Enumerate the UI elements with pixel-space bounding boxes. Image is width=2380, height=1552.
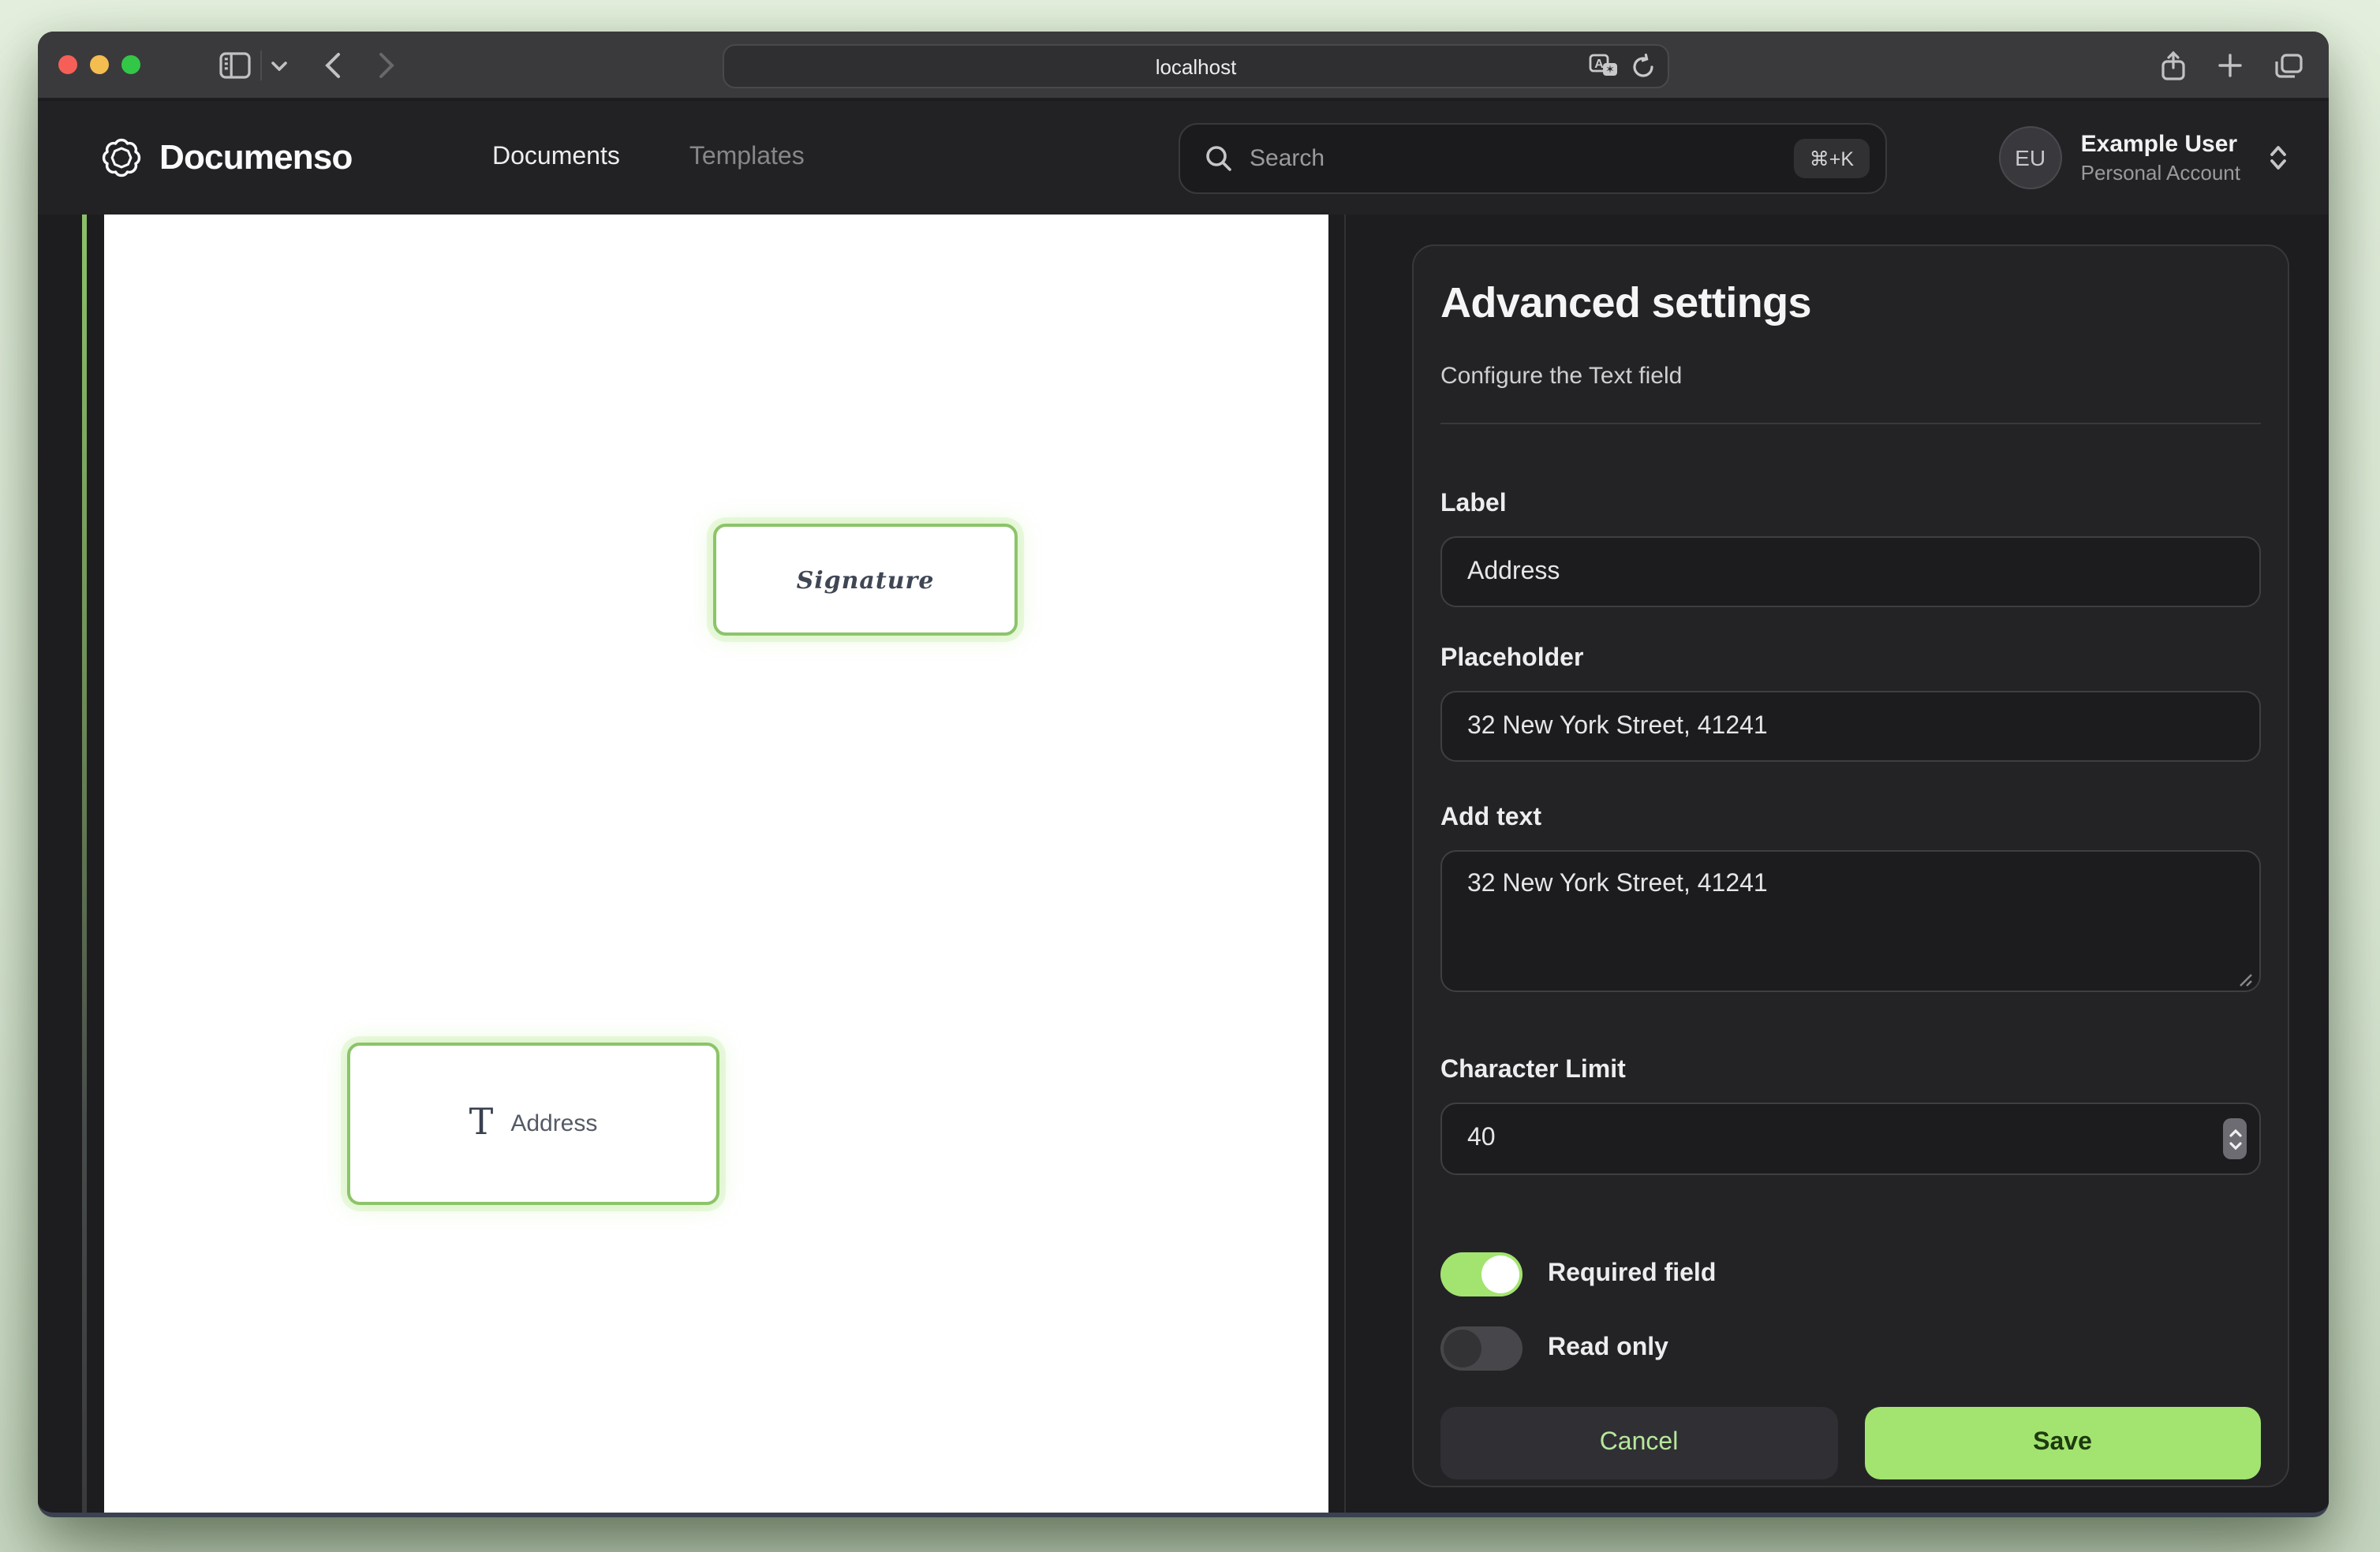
toggle-knob (1444, 1330, 1481, 1367)
svg-text:A: A (1594, 58, 1604, 71)
nav-documents[interactable]: Documents (492, 144, 620, 172)
address-field[interactable]: T Address (347, 1043, 719, 1205)
new-tab-icon[interactable] (2218, 54, 2242, 77)
share-icon[interactable] (2161, 50, 2185, 80)
placeholder-input[interactable] (1440, 691, 2261, 762)
save-button[interactable]: Save (1864, 1407, 2261, 1479)
chevron-down-icon[interactable] (267, 32, 292, 99)
screen: localhost A ✶ (0, 0, 2379, 1552)
sidebar-toggle-icon[interactable] (215, 32, 256, 99)
user-account: Personal Account (2081, 159, 2240, 186)
window-controls (58, 55, 140, 74)
required-field-toggle[interactable] (1440, 1252, 1523, 1296)
svg-text:✶: ✶ (1605, 63, 1615, 76)
content-area: Signature T Address Advanced settings Co… (38, 215, 2329, 1517)
read-only-toggle[interactable] (1440, 1326, 1523, 1371)
toolbar-right-icons (2161, 32, 2303, 99)
avatar: EU (1999, 126, 2062, 189)
signature-field[interactable]: Signature (713, 524, 1018, 636)
panel-divider (1344, 215, 1346, 1517)
url-text: localhost (1156, 54, 1237, 78)
panel-title: Advanced settings (1440, 279, 2261, 328)
forward-icon[interactable] (369, 32, 404, 99)
address-bar[interactable]: localhost A ✶ (723, 44, 1669, 88)
minimize-window-button[interactable] (90, 55, 109, 74)
text-field-icon: T (469, 1106, 494, 1142)
close-window-button[interactable] (58, 55, 77, 74)
translate-icon[interactable]: A ✶ (1589, 54, 1619, 79)
tabs-overview-icon[interactable] (2275, 53, 2303, 78)
browser-toolbar: localhost A ✶ (38, 32, 2329, 99)
read-only-label: Read only (1548, 1334, 1668, 1363)
user-menu[interactable]: EU Example User Personal Account (1999, 101, 2288, 215)
reload-icon[interactable] (1631, 54, 1655, 79)
search-input[interactable]: Search ⌘+K (1179, 123, 1887, 194)
number-stepper[interactable] (2223, 1118, 2247, 1159)
addtext-textarea[interactable]: 32 New York Street, 41241 (1440, 850, 2261, 992)
address-field-label: Address (510, 1110, 597, 1137)
documenso-logo-icon (101, 137, 142, 178)
charlimit-input[interactable] (1440, 1102, 2261, 1175)
brand[interactable]: Documenso (101, 101, 353, 215)
panel-divider-line (1440, 423, 2261, 424)
charlimit-field-label: Character Limit (1440, 1057, 2261, 1085)
document-page: Signature T Address (104, 215, 1328, 1517)
address-bar-icons: A ✶ (1589, 46, 1655, 87)
advanced-settings-card: Advanced settings Configure the Text fie… (1412, 244, 2289, 1487)
resize-handle-icon[interactable] (2239, 973, 2253, 987)
nav-templates[interactable]: Templates (689, 144, 805, 172)
toggle-knob (1481, 1255, 1519, 1293)
search-placeholder: Search (1250, 145, 1794, 172)
main-nav: Documents Templates (492, 101, 805, 215)
addtext-field-label: Add text (1440, 804, 2261, 833)
brand-name: Documenso (159, 137, 353, 178)
placeholder-field-label: Placeholder (1440, 645, 2261, 673)
fullscreen-window-button[interactable] (121, 55, 140, 74)
label-input[interactable] (1440, 536, 2261, 607)
search-shortcut-badge: ⌘+K (1794, 139, 1870, 178)
panel-subtitle: Configure the Text field (1440, 363, 2261, 390)
document-edge-accent (82, 215, 87, 1517)
browser-window: localhost A ✶ (38, 32, 2329, 1517)
required-field-label: Required field (1548, 1260, 1716, 1289)
signature-field-label: Signature (797, 565, 935, 594)
search-icon (1205, 145, 1232, 172)
toolbar-separator (260, 50, 262, 80)
label-field-label: Label (1440, 491, 2261, 519)
chevron-up-down-icon (2269, 144, 2288, 172)
user-name: Example User (2081, 129, 2240, 159)
app-header: Documenso Documents Templates Search ⌘+K… (38, 101, 2329, 215)
back-icon[interactable] (316, 32, 350, 99)
cancel-button[interactable]: Cancel (1440, 1407, 1837, 1479)
